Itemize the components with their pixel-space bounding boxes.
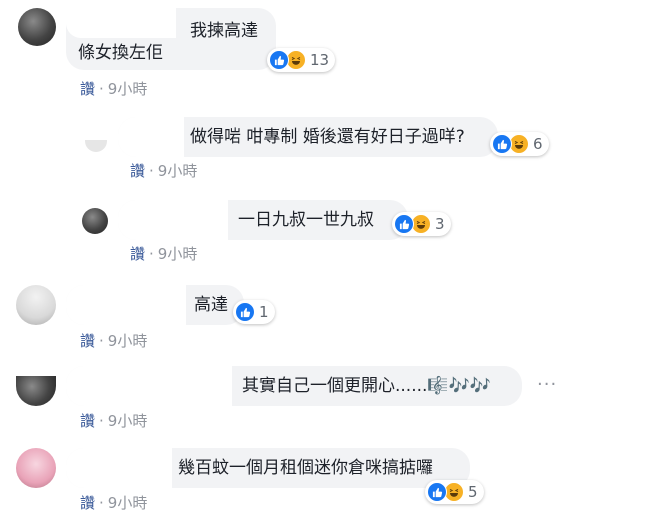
comment-bubble: 其實自己一個更開心......🎼🎶🎶 [66,366,522,406]
avatar[interactable] [16,448,56,488]
reaction-summary[interactable]: 5 [425,480,484,504]
more-options-icon[interactable]: ··· [537,374,557,395]
comment-bubble: 幾百蚊一個月租個迷你倉咪搞掂囉 [66,448,470,488]
like-link[interactable]: 讚 [80,494,95,512]
comment-actions: 讚 · 9小時 [80,330,147,351]
like-link[interactable]: 讚 [130,162,145,180]
timestamp[interactable]: 9小時 [158,162,198,180]
haha-icon [411,214,431,234]
avatar[interactable] [18,8,56,46]
separator: · [149,245,154,263]
author-name-redacted [66,366,232,406]
reaction-summary[interactable]: 6 [490,132,549,156]
author-name-redacted [118,117,184,157]
timestamp[interactable]: 9小時 [108,494,148,512]
comment-text: 條女換左佢 [78,43,163,63]
author-name-redacted [66,8,176,38]
comment-text: 做得啱 咁專制 婚後還有好日子過咩? [190,127,465,147]
haha-icon [286,50,306,70]
comment-text: 我揀高達 [190,21,258,41]
reaction-count: 1 [259,303,269,321]
avatar[interactable] [16,376,56,406]
separator: · [149,162,154,180]
haha-icon [444,482,464,502]
like-icon [235,302,255,322]
comment-text: 幾百蚊一個月租個迷你倉咪搞掂囉 [178,458,433,478]
reaction-summary[interactable]: 3 [392,212,451,236]
timestamp[interactable]: 9小時 [108,412,148,430]
comment-text: 其實自己一個更開心......🎼🎶🎶 [242,376,491,396]
like-icon [269,50,289,70]
separator: · [99,80,104,98]
author-name-redacted [66,448,172,488]
comment-actions: 讚 · 9小時 [80,410,147,431]
comment-bubble: 我揀高達 條女換左佢 [66,8,276,70]
timestamp[interactable]: 9小時 [108,80,148,98]
timestamp[interactable]: 9小時 [108,332,148,350]
like-link[interactable]: 讚 [80,80,95,98]
comment-bubble: 一日九叔一世九叔 [118,200,408,240]
avatar[interactable] [16,285,56,325]
comment-text: 高達 [194,295,228,315]
like-link[interactable]: 讚 [80,332,95,350]
comment-bubble: 高達 [66,285,244,325]
comment-bubble: 做得啱 咁專制 婚後還有好日子過咩? [118,117,498,157]
comment-actions: 讚 · 9小時 [80,492,147,513]
avatar[interactable] [82,208,108,234]
like-icon [492,134,512,154]
like-icon [427,482,447,502]
reaction-summary[interactable]: 1 [233,300,275,324]
like-icon [394,214,414,234]
avatar[interactable] [85,140,107,152]
reaction-count: 13 [310,51,330,69]
reaction-count: 6 [533,135,543,153]
separator: · [99,494,104,512]
reaction-count: 3 [435,215,445,233]
like-link[interactable]: 讚 [130,245,145,263]
author-name-redacted [118,200,228,240]
author-name-redacted [66,285,186,325]
reaction-summary[interactable]: 13 [267,48,336,72]
like-link[interactable]: 讚 [80,412,95,430]
comment-actions: 讚 · 9小時 [130,160,197,181]
separator: · [99,332,104,350]
haha-icon [509,134,529,154]
comment-actions: 讚 · 9小時 [130,243,197,264]
separator: · [99,412,104,430]
comment-text: 一日九叔一世九叔 [238,210,374,230]
reaction-count: 5 [468,483,478,501]
timestamp[interactable]: 9小時 [158,245,198,263]
comment-actions: 讚 · 9小時 [80,78,147,99]
